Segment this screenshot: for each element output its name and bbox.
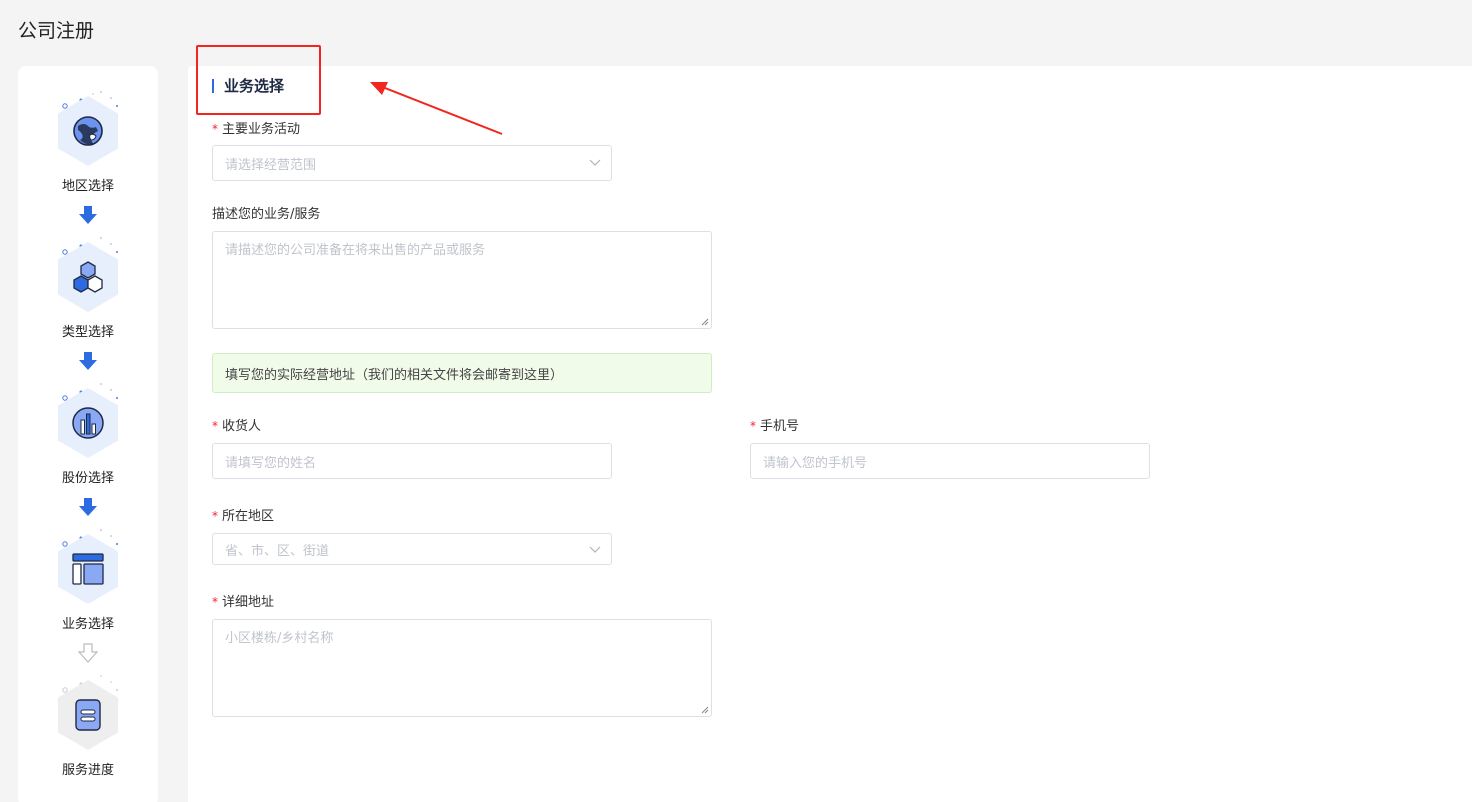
business-desc-textarea[interactable]: 请描述您的公司准备在将来出售的产品或服务: [212, 231, 712, 329]
region-cascader[interactable]: 省、市、区、街道: [212, 533, 612, 565]
chevron-down-icon: [589, 546, 601, 553]
chevron-down-icon: [589, 159, 601, 166]
arrow-down-icon: [79, 498, 97, 516]
step-label-progress: 服务进度: [61, 763, 114, 778]
step-business[interactable]: 业务选择: [18, 526, 158, 632]
address-textarea[interactable]: 小区楼栋/乡村名称: [212, 619, 712, 717]
page-title: 公司注册: [18, 20, 95, 42]
bar-chart-icon: [72, 407, 104, 439]
form-panel: 业务选择 * 主要业务活动 请选择经营范围 描述您的业务/服务 请描述您的公司准备…: [188, 66, 1472, 802]
step-sidebar: 地区选择 类型选择 股份选择 业务选择 服务进度: [18, 66, 158, 802]
step-region[interactable]: 地区选择: [18, 88, 158, 194]
document-icon: [75, 699, 101, 731]
annotation-arrow-icon: [370, 82, 503, 135]
required-mark: *: [212, 419, 218, 433]
resize-handle-icon[interactable]: [701, 318, 709, 326]
required-mark: *: [212, 595, 218, 609]
annotation-highlight-box: [196, 45, 321, 115]
step-shares[interactable]: 股份选择: [18, 380, 158, 486]
step-label-shares: 股份选择: [61, 471, 114, 486]
required-mark: *: [212, 509, 218, 523]
step-label-region: 地区选择: [61, 179, 114, 194]
step-progress[interactable]: 服务进度: [18, 672, 158, 778]
address-label: * 详细地址: [212, 595, 275, 610]
arrow-down-icon: [79, 206, 97, 224]
arrow-down-icon: [79, 352, 97, 370]
business-activity-label: * 主要业务活动: [212, 122, 301, 137]
resize-handle-icon[interactable]: [701, 706, 709, 714]
receiver-label: * 收货人: [212, 419, 262, 434]
receiver-input[interactable]: 请填写您的姓名: [212, 443, 612, 479]
arrow-down-outline-icon: [77, 643, 99, 663]
phone-label: * 手机号: [750, 419, 800, 434]
step-label-business: 业务选择: [61, 617, 114, 632]
phone-input[interactable]: 请输入您的手机号: [750, 443, 1150, 479]
step-type[interactable]: 类型选择: [18, 234, 158, 340]
layout-icon: [72, 553, 104, 585]
required-mark: *: [212, 122, 218, 136]
business-desc-label: 描述您的业务/服务: [212, 207, 321, 222]
globe-icon: [73, 116, 103, 146]
address-notice: 填写您的实际经营地址（我们的相关文件将会邮寄到这里）: [212, 353, 712, 393]
hexagons-icon: [73, 261, 103, 293]
region-label: * 所在地区: [212, 509, 275, 524]
business-scope-select[interactable]: 请选择经营范围: [212, 145, 612, 181]
step-label-type: 类型选择: [61, 325, 114, 340]
required-mark: *: [750, 419, 756, 433]
